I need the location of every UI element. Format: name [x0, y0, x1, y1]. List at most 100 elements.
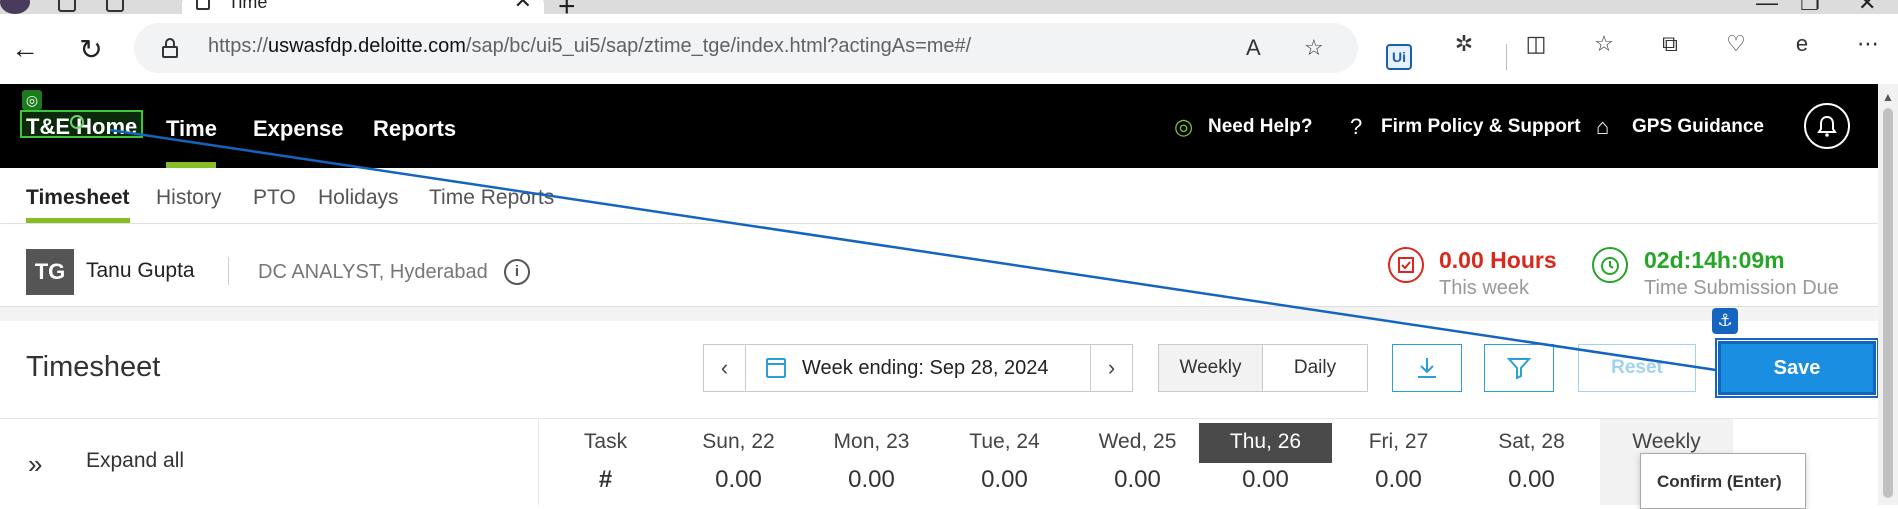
column-mon[interactable]: Mon, 23 0.00: [805, 419, 938, 505]
firm-policy-link[interactable]: Firm Policy & Support: [1381, 116, 1581, 138]
top-navigation: ◎ T&E Home Time Expense Reports ◎ Need H…: [0, 84, 1878, 168]
column-header: Sat, 28: [1498, 430, 1565, 453]
notifications-bell-icon[interactable]: [1804, 103, 1850, 149]
lifebuoy-icon: ◎: [1174, 114, 1194, 139]
address-bar[interactable]: https://uswasfdp.deloitte.com/sap/bc/ui5…: [134, 23, 1358, 73]
tab-pto[interactable]: PTO: [253, 186, 296, 210]
scroll-up-icon[interactable]: ▲: [1882, 90, 1894, 104]
column-header: Thu, 26: [1199, 423, 1332, 463]
daily-view-button[interactable]: Daily: [1262, 344, 1368, 392]
read-aloud-icon[interactable]: A: [1246, 35, 1261, 61]
tab-actions-icon[interactable]: [106, 0, 124, 12]
toolbar-separator: [1506, 44, 1507, 70]
due-label: Time Submission Due: [1644, 277, 1839, 299]
reset-button[interactable]: Reset: [1578, 344, 1696, 392]
browser-tab-active[interactable]: Time ✕: [182, 0, 544, 14]
more-menu-icon[interactable]: ⋯: [1854, 30, 1882, 58]
column-fri[interactable]: Fri, 27 0.00: [1332, 419, 1465, 505]
url-text[interactable]: https://uswasfdp.deloitte.com/sap/bc/ui5…: [208, 35, 971, 58]
expand-all-icon[interactable]: »: [28, 449, 42, 480]
column-header: Tue, 24: [969, 430, 1040, 453]
tab-time-reports[interactable]: Time Reports: [429, 186, 554, 210]
column-task: Task #: [539, 419, 672, 505]
filter-icon: [1507, 358, 1531, 379]
page-scrollbar[interactable]: ▲: [1878, 84, 1898, 505]
confirm-tooltip: Confirm (Enter): [1640, 453, 1806, 509]
active-tab-indicator: [26, 218, 130, 223]
restore-icon[interactable]: ❐: [1800, 0, 1820, 14]
need-help-link[interactable]: Need Help?: [1208, 116, 1313, 138]
close-tab-icon[interactable]: ✕: [514, 0, 532, 14]
hours-value: 0.00 Hours: [1439, 247, 1557, 273]
column-value: 0.00: [981, 466, 1028, 493]
scroll-thumb[interactable]: [1883, 108, 1893, 498]
minimize-icon[interactable]: —: [1756, 0, 1778, 14]
profile-bar: TG Tanu Gupta DC ANALYST, Hyderabad i 0.…: [0, 225, 1878, 307]
building-icon: ⌂: [1596, 114, 1610, 139]
new-tab-icon[interactable]: +: [558, 0, 576, 14]
calendar-check-icon: [1388, 247, 1424, 283]
column-value: #: [598, 466, 613, 493]
weekly-view-button[interactable]: Weekly: [1158, 344, 1263, 392]
target-marker-icon: ◎: [22, 90, 42, 110]
column-value: 0.00: [1375, 466, 1422, 493]
extension-ui-icon[interactable]: Ui: [1386, 44, 1412, 70]
tab-title: Time: [228, 0, 268, 12]
profile-avatar-icon[interactable]: [0, 0, 30, 14]
nav-time[interactable]: Time: [166, 116, 217, 142]
page-favicon-icon: [196, 0, 210, 10]
nav-reports[interactable]: Reports: [373, 116, 456, 142]
split-screen-icon[interactable]: ◫: [1522, 30, 1550, 58]
workspaces-icon[interactable]: [58, 0, 76, 12]
favorite-star-icon[interactable]: ☆: [1304, 35, 1324, 61]
column-value: 0.00: [1242, 466, 1289, 493]
filter-button[interactable]: [1484, 344, 1554, 392]
browser-essentials-icon[interactable]: ♡: [1722, 30, 1750, 58]
tab-timesheet[interactable]: Timesheet: [26, 186, 130, 210]
nav-expense[interactable]: Expense: [253, 116, 344, 142]
next-week-chevron-icon[interactable]: ›: [1090, 345, 1132, 391]
back-arrow-icon[interactable]: ←: [8, 32, 42, 66]
week-ending-label[interactable]: Week ending: Sep 28, 2024: [802, 357, 1048, 380]
save-button[interactable]: Save: [1715, 338, 1879, 398]
info-icon[interactable]: i: [504, 259, 530, 285]
person-role: DC ANALYST, Hyderabad: [258, 261, 488, 283]
lock-icon[interactable]: [162, 38, 178, 58]
question-icon: ?: [1350, 114, 1363, 139]
page-title: Timesheet: [26, 351, 161, 383]
week-picker: ‹ Week ending: Sep 28, 2024 ›: [703, 344, 1133, 392]
previous-week-chevron-icon[interactable]: ‹: [704, 345, 746, 391]
hours-label: This week: [1439, 277, 1530, 299]
column-value: 0.00: [1508, 466, 1555, 493]
download-button[interactable]: [1392, 344, 1462, 392]
extensions-puzzle-icon[interactable]: ✲: [1450, 30, 1478, 58]
reload-icon[interactable]: ↻: [74, 32, 108, 66]
sub-navigation: Timesheet History PTO Holidays Time Repo…: [0, 168, 1878, 224]
column-header: Task: [583, 430, 628, 453]
favorites-icon[interactable]: ☆: [1590, 30, 1618, 58]
cursor-target-icon: [70, 115, 84, 129]
column-value: 0.00: [1114, 466, 1161, 493]
column-thu-today[interactable]: Thu, 26 0.00: [1199, 419, 1332, 505]
alarm-clock-icon: [1592, 247, 1628, 283]
expand-all-link[interactable]: Expand all: [86, 449, 184, 473]
due-value: 02d:14h:09m: [1644, 247, 1785, 273]
column-header: Fri, 27: [1368, 430, 1429, 453]
download-icon: [1418, 358, 1436, 378]
tab-holidays[interactable]: Holidays: [318, 186, 399, 210]
column-tue[interactable]: Tue, 24 0.00: [938, 419, 1071, 505]
timesheet-grid-header: » Expand all Task # Sun, 22 0.00 Mon, 23…: [0, 419, 1878, 505]
edge-icon[interactable]: e: [1788, 30, 1816, 58]
column-sat[interactable]: Sat, 28 0.00: [1465, 419, 1598, 505]
column-sun[interactable]: Sun, 22 0.00: [672, 419, 805, 505]
calendar-icon[interactable]: [766, 358, 786, 378]
column-wed[interactable]: Wed, 25 0.00: [1071, 419, 1204, 505]
app-root: ◎ T&E Home Time Expense Reports ◎ Need H…: [0, 84, 1879, 505]
close-window-icon[interactable]: ✕: [1858, 0, 1876, 14]
tab-history[interactable]: History: [156, 186, 221, 210]
person-name: Tanu Gupta: [86, 259, 195, 282]
collections-icon[interactable]: ⧉: [1656, 30, 1684, 58]
column-value: 0.00: [848, 466, 895, 493]
column-value: 0.00: [715, 466, 762, 493]
gps-guidance-link[interactable]: GPS Guidance: [1632, 116, 1764, 138]
